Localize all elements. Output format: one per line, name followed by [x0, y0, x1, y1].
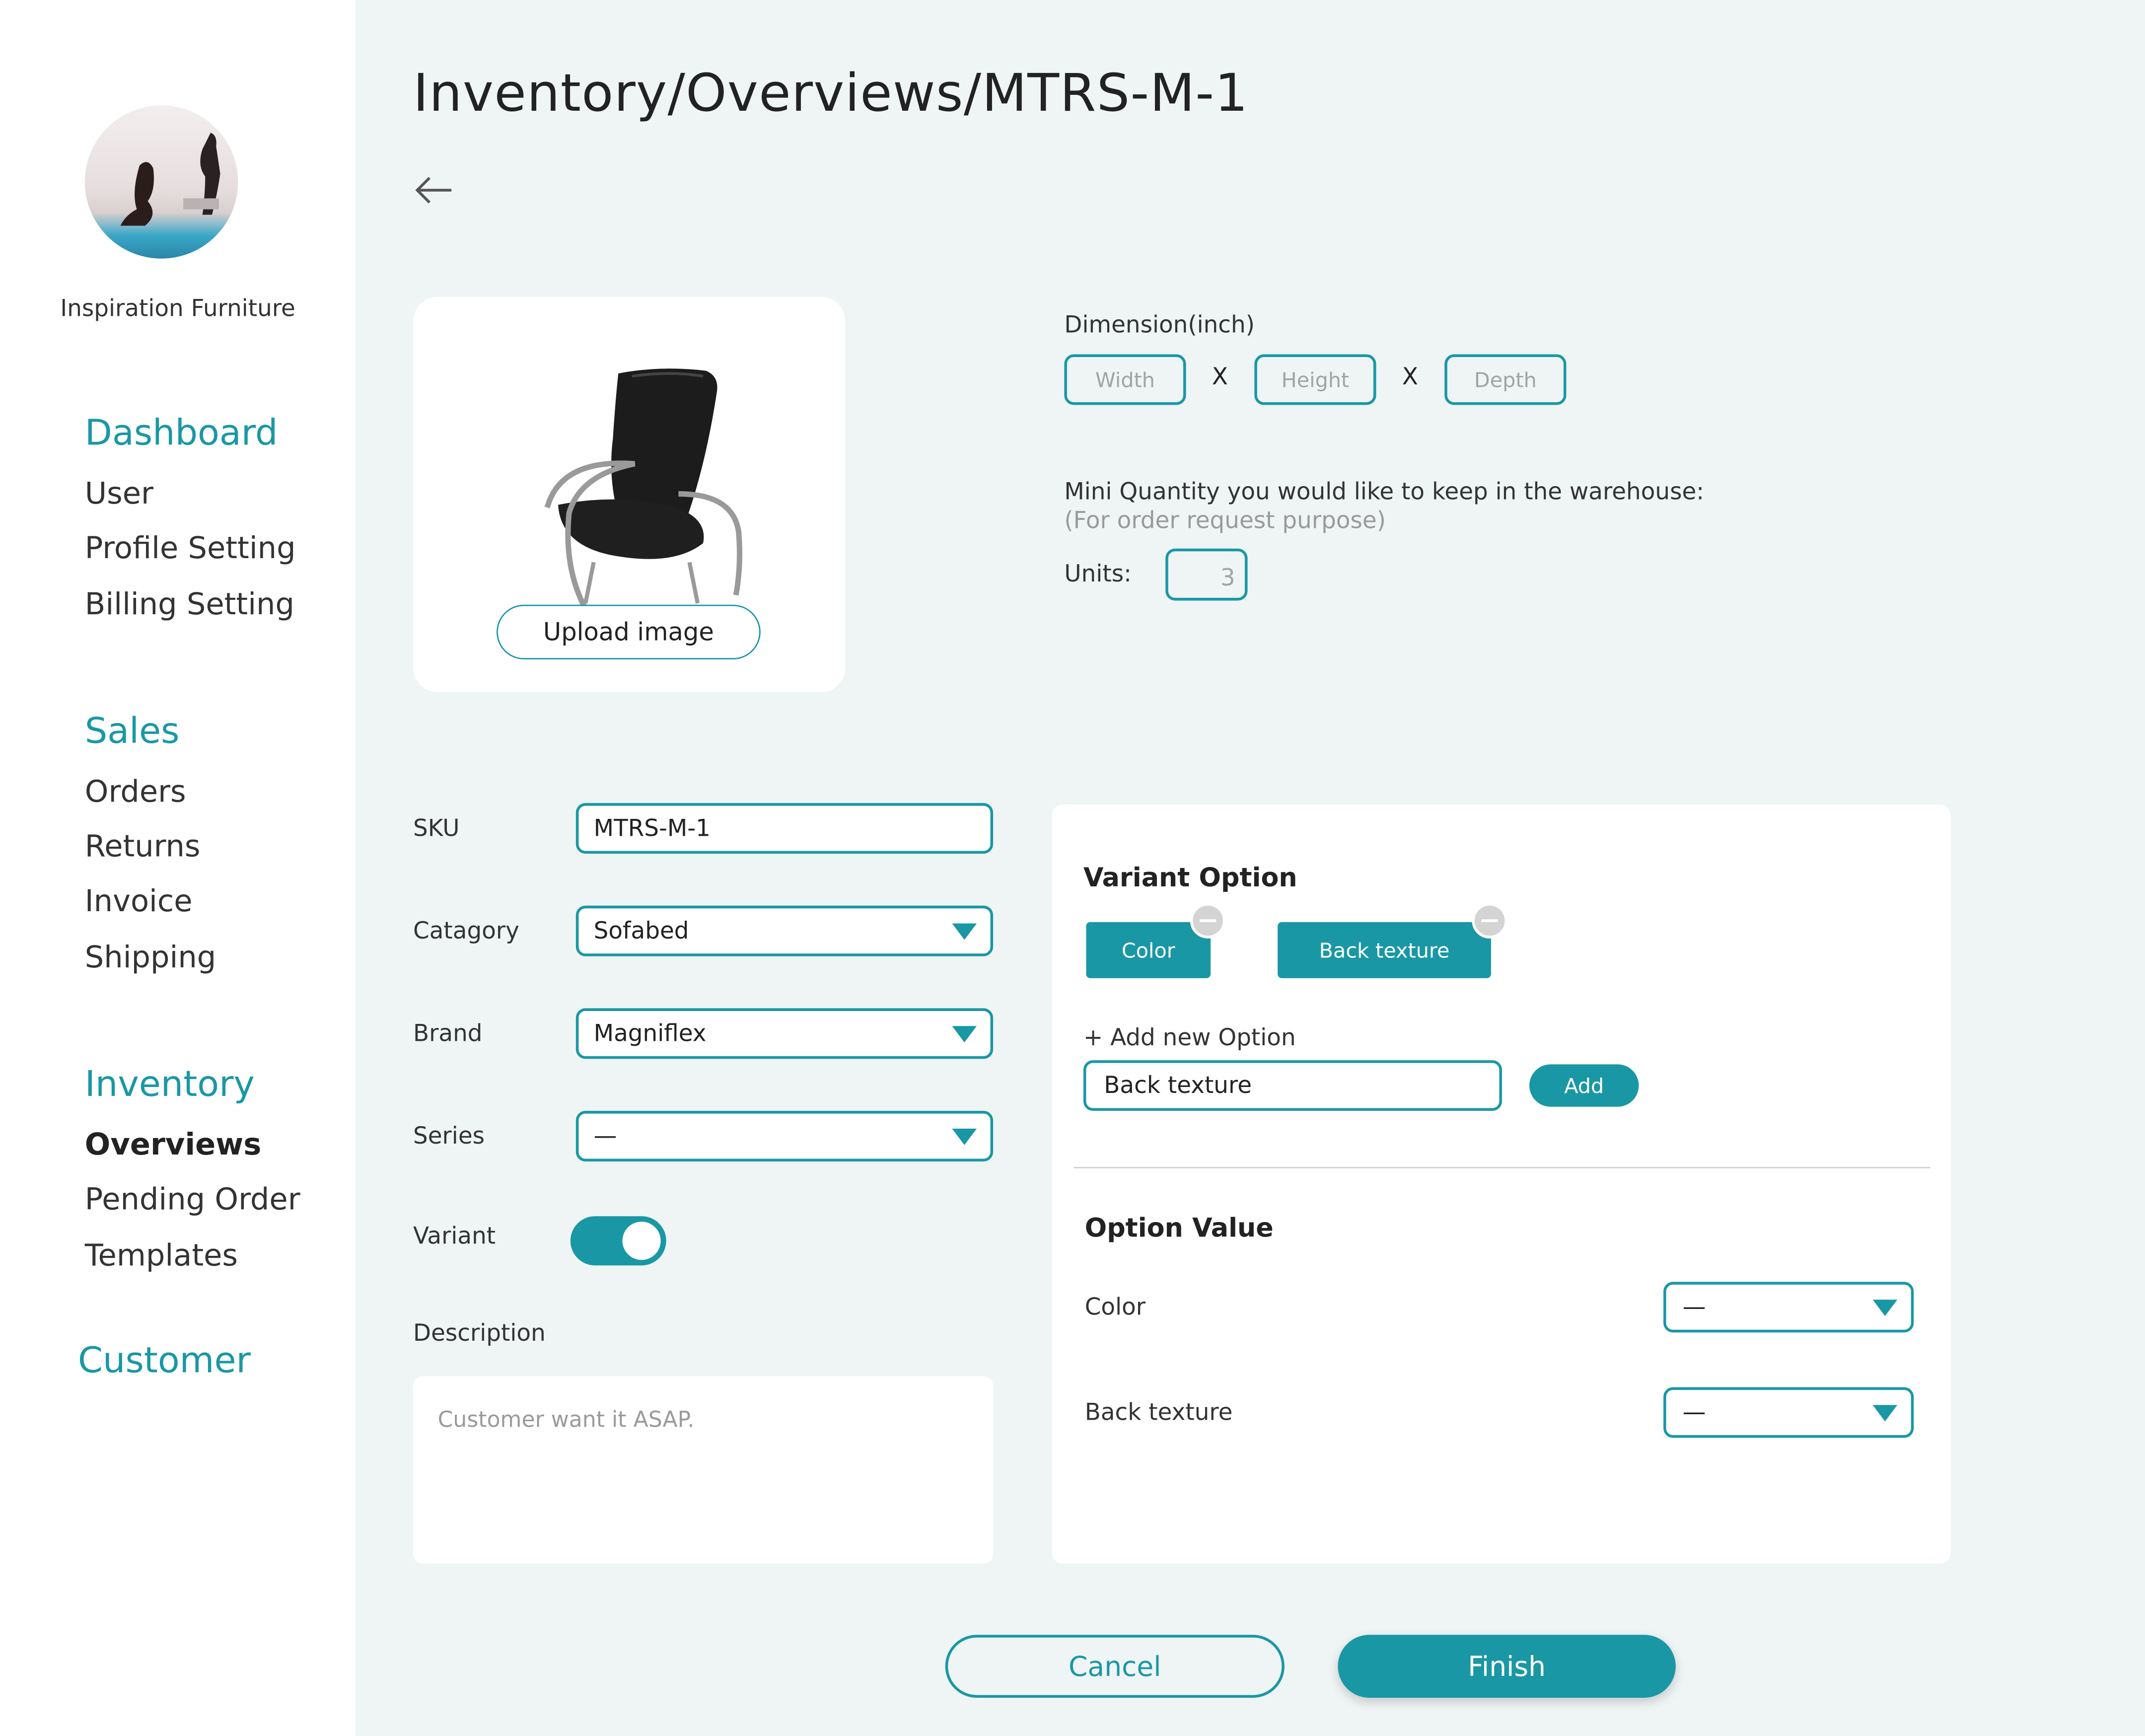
width-input[interactable]: Width — [1064, 354, 1186, 405]
product-image-chair — [544, 368, 743, 610]
mini-quantity-note: (For order request purpose) — [1064, 507, 1386, 535]
chevron-down-icon — [952, 1026, 977, 1043]
brand-label: Brand — [413, 1020, 483, 1048]
variant-chip-color[interactable]: Color — [1086, 922, 1211, 978]
upload-image-button[interactable]: Upload image — [497, 604, 761, 659]
sidebar-item-shipping[interactable]: Shipping — [85, 941, 216, 975]
remove-icon[interactable] — [1190, 903, 1226, 939]
series-value: — — [593, 1122, 617, 1150]
finish-button[interactable]: Finish — [1338, 1635, 1676, 1698]
category-label: Catagory — [413, 918, 519, 945]
chevron-down-icon — [1872, 1405, 1898, 1422]
nav-section-sales[interactable]: Sales — [85, 712, 180, 753]
sidebar-item-orders[interactable]: Orders — [85, 776, 186, 810]
category-value: Sofabed — [593, 917, 689, 945]
sidebar-item-profile-setting[interactable]: Profile Setting — [85, 532, 296, 567]
new-option-input[interactable]: Back texture — [1083, 1060, 1502, 1111]
variant-chip-back-texture[interactable]: Back texture — [1278, 922, 1491, 978]
breadcrumb: Inventory/Overviews/MTRS-M-1 — [413, 63, 1249, 123]
chevron-down-icon — [952, 1128, 977, 1145]
remove-icon[interactable] — [1472, 903, 1508, 939]
company-name: Inspiration Furniture — [60, 295, 295, 323]
units-label: Units: — [1064, 561, 1132, 588]
option-back-texture-value: — — [1682, 1398, 1706, 1427]
height-input[interactable]: Height — [1254, 354, 1376, 405]
units-input[interactable]: 3 — [1165, 548, 1248, 601]
series-select[interactable]: — — [575, 1111, 994, 1161]
depth-input[interactable]: Depth — [1444, 354, 1567, 405]
add-option-button[interactable]: Add — [1529, 1064, 1639, 1107]
back-arrow-icon[interactable] — [413, 170, 454, 211]
sidebar: Inspiration Furniture Dashboard User Pro… — [0, 0, 356, 1736]
toggle-knob — [622, 1222, 661, 1260]
chevron-down-icon — [952, 923, 977, 940]
sidebar-item-billing-setting[interactable]: Billing Setting — [85, 588, 294, 623]
sidebar-item-returns[interactable]: Returns — [85, 830, 201, 865]
sidebar-item-user[interactable]: User — [85, 477, 153, 511]
variant-option-title: Variant Option — [1083, 863, 1297, 894]
add-new-option-label[interactable]: + Add new Option — [1083, 1024, 1296, 1052]
option-value-title: Option Value — [1084, 1213, 1274, 1244]
chevron-down-icon — [1872, 1300, 1898, 1316]
variant-toggle[interactable] — [570, 1216, 666, 1266]
description-textarea[interactable]: Customer want it ASAP. — [413, 1376, 994, 1564]
cancel-button[interactable]: Cancel — [945, 1635, 1285, 1698]
category-select[interactable]: Sofabed — [575, 905, 994, 956]
dimension-separator: X — [1402, 363, 1418, 391]
brand-select[interactable]: Magniflex — [575, 1008, 994, 1059]
option-color-label: Color — [1084, 1294, 1146, 1322]
brand-value: Magniflex — [593, 1019, 707, 1047]
nav-section-customer[interactable]: Customer — [78, 1341, 251, 1382]
sidebar-item-overviews[interactable]: Overviews — [85, 1129, 262, 1163]
option-color-select[interactable]: — — [1663, 1282, 1914, 1333]
avatar-photo — [120, 133, 220, 226]
dimension-label: Dimension(inch) — [1064, 312, 1255, 340]
nav-section-inventory[interactable]: Inventory — [85, 1064, 255, 1105]
sku-label: SKU — [413, 815, 460, 843]
dimension-separator: X — [1212, 363, 1228, 391]
option-color-value: — — [1682, 1293, 1706, 1321]
variant-label: Variant — [413, 1223, 496, 1251]
description-label: Description — [413, 1320, 546, 1348]
nav-section-dashboard[interactable]: Dashboard — [85, 413, 278, 454]
option-back-texture-select[interactable]: — — [1663, 1387, 1914, 1438]
sidebar-item-templates[interactable]: Templates — [85, 1239, 238, 1274]
mini-quantity-label: Mini Quantity you would like to keep in … — [1064, 479, 1705, 506]
option-back-texture-label: Back texture — [1084, 1399, 1233, 1427]
series-label: Series — [413, 1123, 485, 1151]
sidebar-item-invoice[interactable]: Invoice — [85, 885, 193, 919]
page: Inspiration Furniture Dashboard User Pro… — [0, 0, 2145, 1736]
avatar[interactable] — [84, 105, 238, 259]
sidebar-item-pending-order[interactable]: Pending Order — [85, 1183, 300, 1218]
divider — [1073, 1167, 1930, 1168]
sku-input[interactable]: MTRS-M-1 — [575, 803, 994, 854]
